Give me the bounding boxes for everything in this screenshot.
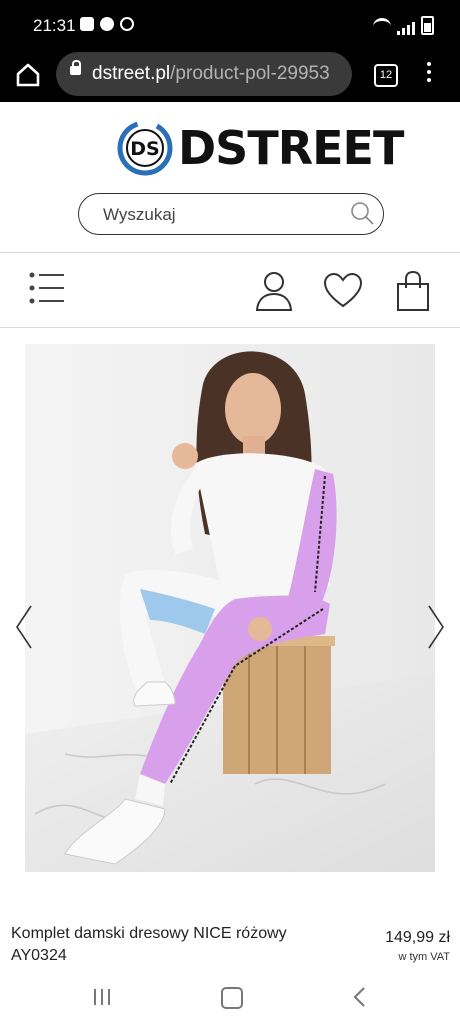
home-nav-icon[interactable] — [221, 987, 243, 1009]
facebook-icon — [100, 17, 114, 31]
product-name[interactable]: Komplet damski dresowy NICE różowy AY032… — [11, 923, 311, 967]
product-image[interactable] — [25, 344, 435, 872]
search-icon[interactable] — [349, 200, 375, 226]
user-icon[interactable] — [254, 270, 294, 312]
app-notification-icon — [120, 17, 134, 31]
search-input[interactable] — [101, 202, 345, 228]
price-vat-note: w tym VAT — [398, 951, 450, 963]
signal-icon — [397, 22, 415, 35]
browser-toolbar: dstreet.pl/product-pol-29953 12 — [0, 48, 460, 102]
product-price: 149,99 zł — [385, 929, 450, 946]
url-path: /product-pol-29953 — [170, 63, 330, 84]
url-text[interactable]: dstreet.pl/product-pol-29953 — [92, 63, 330, 85]
divider — [0, 327, 460, 328]
divider — [0, 252, 460, 253]
address-bar[interactable]: dstreet.pl/product-pol-29953 — [56, 52, 352, 96]
browser-menu-icon[interactable] — [425, 62, 433, 86]
logo-mark-text: DS — [130, 138, 159, 160]
system-icons — [373, 16, 434, 35]
battery-icon — [421, 16, 434, 35]
message-icon — [80, 17, 94, 31]
back-icon[interactable] — [352, 986, 366, 1008]
search-bar — [78, 193, 384, 235]
logo-mark-icon: DS — [117, 120, 173, 176]
tab-switcher-button[interactable]: 12 — [374, 64, 398, 87]
bag-icon[interactable] — [394, 270, 432, 312]
wifi-icon — [373, 18, 391, 35]
store-logo[interactable]: DS DSTREET — [116, 119, 404, 177]
home-icon[interactable] — [14, 61, 42, 89]
status-time: 21:31 — [33, 16, 76, 35]
tab-count: 12 — [379, 69, 393, 81]
notification-icons — [80, 17, 134, 31]
logo-text: DSTREET — [178, 121, 404, 175]
menu-icon[interactable] — [28, 270, 66, 306]
heart-icon[interactable] — [323, 272, 363, 310]
system-navigation-bar — [0, 972, 460, 1024]
product-photo — [25, 344, 435, 872]
lock-icon — [70, 60, 81, 75]
next-image-arrow-icon[interactable] — [426, 604, 446, 650]
status-bar: 21:31 — [0, 0, 460, 48]
recent-apps-icon[interactable] — [92, 987, 112, 1007]
prev-image-arrow-icon[interactable] — [14, 604, 34, 650]
url-domain: dstreet.pl — [92, 63, 171, 84]
